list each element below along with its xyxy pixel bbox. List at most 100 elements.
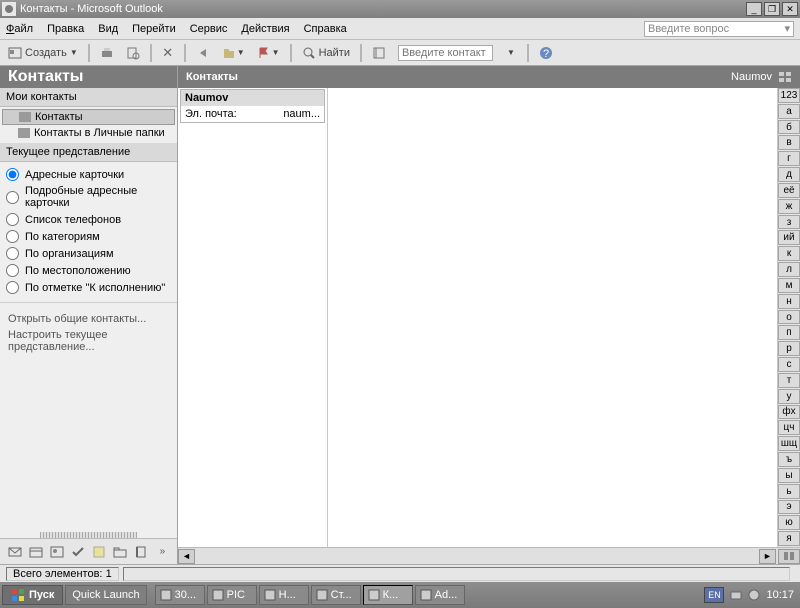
view-toggle-button[interactable] <box>778 549 800 564</box>
scroll-left-button[interactable]: ◄ <box>178 549 195 564</box>
taskbar-task-1[interactable]: PIC <box>207 585 257 605</box>
menu-view[interactable]: Вид <box>98 23 118 35</box>
print-button[interactable] <box>96 43 118 63</box>
addressbook-icon <box>372 46 386 60</box>
view-option-0[interactable]: Адресные карточки <box>6 166 171 183</box>
taskbar-task-3[interactable]: Ст... <box>311 585 361 605</box>
view-radio-1[interactable] <box>6 191 19 204</box>
help-icon: ? <box>539 46 553 60</box>
view-option-2[interactable]: Список телефонов <box>6 211 171 228</box>
alpha-о[interactable]: о <box>778 310 800 325</box>
view-radio-3[interactable] <box>6 230 19 243</box>
task-app-icon <box>212 589 224 601</box>
menu-edit[interactable]: Правка <box>47 23 84 35</box>
shortcut-notes[interactable] <box>90 543 108 561</box>
alpha-г[interactable]: г <box>778 151 800 166</box>
tray-icon-1[interactable] <box>730 589 742 601</box>
alpha-с[interactable]: с <box>778 357 800 372</box>
alpha-д[interactable]: д <box>778 167 800 182</box>
alpha-ий[interactable]: ий <box>778 230 800 245</box>
menu-actions[interactable]: Действия <box>241 23 289 35</box>
alpha-л[interactable]: л <box>778 262 800 277</box>
alpha-123[interactable]: 123 <box>778 88 800 103</box>
view-option-5[interactable]: По местоположению <box>6 262 171 279</box>
shortcut-contacts[interactable] <box>48 543 66 561</box>
nav-item-0[interactable]: Контакты <box>2 109 175 125</box>
menu-file[interactable]: Файл <box>6 23 33 35</box>
shortcut-journal[interactable] <box>132 543 150 561</box>
view-option-1[interactable]: Подробные адресные карточки <box>6 183 171 211</box>
address-book-button[interactable] <box>368 43 390 63</box>
alpha-т[interactable]: т <box>778 373 800 388</box>
delete-button[interactable]: ✕ <box>158 43 178 63</box>
nav-item-1[interactable]: Контакты в Личные папки <box>0 125 177 141</box>
view-radio-6[interactable] <box>6 281 19 294</box>
alpha-к[interactable]: к <box>778 246 800 261</box>
menu-help[interactable]: Справка <box>304 23 347 35</box>
close-button[interactable]: ✕ <box>782 2 798 16</box>
alpha-п[interactable]: п <box>778 325 800 340</box>
alpha-м[interactable]: м <box>778 278 800 293</box>
alpha-цч[interactable]: цч <box>778 420 800 435</box>
contact-card-0[interactable]: NaumovЭл. почта:naum... <box>180 89 325 123</box>
maximize-button[interactable]: ❐ <box>764 2 780 16</box>
alpha-её[interactable]: её <box>778 183 800 198</box>
tray-icon-2[interactable] <box>748 589 760 601</box>
reply-button[interactable] <box>192 43 214 63</box>
taskbar-task-5[interactable]: Ad... <box>415 585 465 605</box>
contact-search-input[interactable] <box>394 43 497 63</box>
shortcut-mail[interactable] <box>6 543 24 561</box>
alpha-а[interactable]: а <box>778 104 800 119</box>
menu-go[interactable]: Перейти <box>132 23 176 35</box>
alpha-в[interactable]: в <box>778 135 800 150</box>
view-option-3[interactable]: По категориям <box>6 228 171 245</box>
alpha-ю[interactable]: ю <box>778 515 800 530</box>
start-button[interactable]: Пуск <box>2 585 63 605</box>
minimize-button[interactable]: _ <box>746 2 762 16</box>
alpha-у[interactable]: у <box>778 389 800 404</box>
alpha-ж[interactable]: ж <box>778 199 800 214</box>
link-customize-view[interactable]: Настроить текущее представление... <box>8 327 169 355</box>
alpha-фх[interactable]: фх <box>778 405 800 420</box>
shortcut-folders[interactable] <box>111 543 129 561</box>
clock[interactable]: 10:17 <box>766 589 794 601</box>
print-preview-button[interactable] <box>122 43 144 63</box>
taskbar-task-0[interactable]: 30... <box>155 585 205 605</box>
view-radio-2[interactable] <box>6 213 19 226</box>
contact-search-dropdown[interactable]: ▼ <box>501 43 521 63</box>
flag-button[interactable]: ▼ <box>253 43 284 63</box>
alpha-э[interactable]: э <box>778 500 800 515</box>
alpha-ъ[interactable]: ъ <box>778 452 800 467</box>
card-email-label: Эл. почта: <box>185 108 245 120</box>
move-button[interactable]: ▼ <box>218 43 249 63</box>
alpha-з[interactable]: з <box>778 215 800 230</box>
shortcut-tasks[interactable] <box>69 543 87 561</box>
alpha-ы[interactable]: ы <box>778 468 800 483</box>
find-button[interactable]: Найти <box>298 43 354 63</box>
view-radio-0[interactable] <box>6 168 19 181</box>
alpha-н[interactable]: н <box>778 294 800 309</box>
view-option-6[interactable]: По отметке "К исполнению" <box>6 279 171 296</box>
menu-tools[interactable]: Сервис <box>190 23 228 35</box>
task-app-icon <box>420 589 432 601</box>
alpha-ь[interactable]: ь <box>778 484 800 499</box>
ask-question-input[interactable]: Введите вопрос▾ <box>644 21 794 37</box>
alpha-р[interactable]: р <box>778 341 800 356</box>
create-button[interactable]: Создать ▼ <box>4 43 82 63</box>
language-indicator[interactable]: EN <box>704 587 724 603</box>
view-radio-5[interactable] <box>6 264 19 277</box>
alpha-б[interactable]: б <box>778 120 800 135</box>
taskbar-task-2[interactable]: Н... <box>259 585 309 605</box>
view-radio-4[interactable] <box>6 247 19 260</box>
alpha-шщ[interactable]: шщ <box>778 436 800 451</box>
alpha-я[interactable]: я <box>778 531 800 546</box>
help-button[interactable]: ? <box>535 43 557 63</box>
scroll-right-button[interactable]: ► <box>759 549 776 564</box>
link-open-shared-contacts[interactable]: Открыть общие контакты... <box>8 311 169 327</box>
view-option-4[interactable]: По организациям <box>6 245 171 262</box>
shortcut-configure[interactable]: » <box>153 543 171 561</box>
taskbar-task-4[interactable]: К... <box>363 585 413 605</box>
shortcut-calendar[interactable] <box>27 543 45 561</box>
quick-launch[interactable]: Quick Launch <box>65 585 146 605</box>
horizontal-scrollbar[interactable]: ◄ ► <box>178 547 800 564</box>
